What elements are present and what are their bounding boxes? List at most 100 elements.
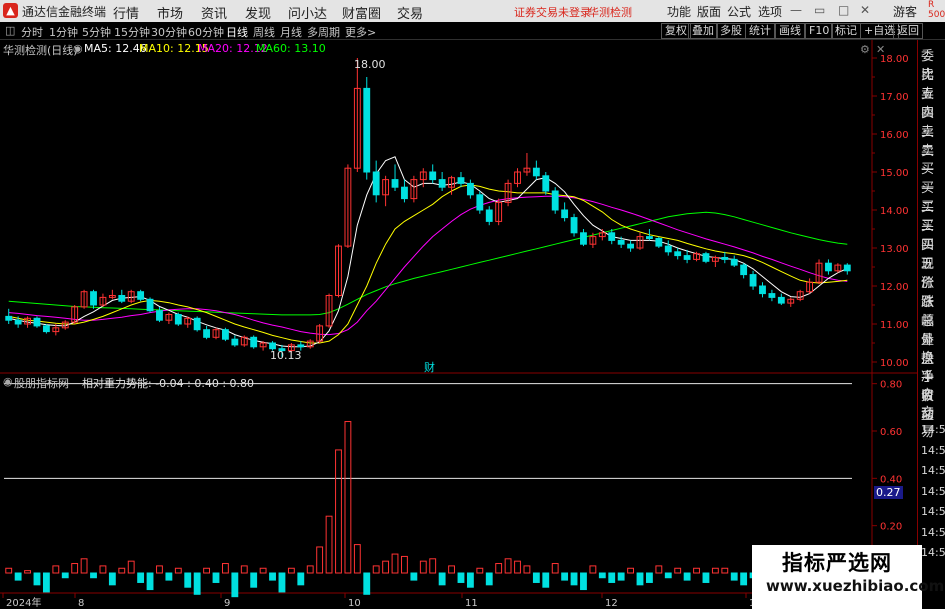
indicator-bars — [5, 421, 851, 598]
indicator-current-value: 0.27 — [874, 486, 903, 499]
adjust-button[interactable]: 复权 — [661, 23, 691, 39]
price-tick-label-5: 15.00 — [880, 168, 909, 179]
ind-bar-35 — [335, 449, 342, 574]
ind-bar-78 — [740, 572, 748, 586]
ind-bar-67 — [636, 572, 644, 586]
ind-bar-31 — [297, 572, 305, 586]
indicator-axis: 0.20 0.40 0.60 0.80 — [4, 380, 902, 533]
menu-function[interactable]: 功能 — [667, 3, 691, 20]
tab-multi-period[interactable]: 多周期 — [307, 24, 340, 40]
menu-layout[interactable]: 版面 — [697, 3, 721, 20]
ind-bar-74 — [702, 572, 710, 583]
tab-1min[interactable]: 1分钟 — [49, 24, 78, 40]
candle-body-81 — [768, 293, 776, 298]
ind-bar-43 — [410, 572, 418, 581]
statistics-button[interactable]: 统计 — [745, 23, 775, 39]
candle-body-74 — [702, 253, 710, 262]
chart-settings-icon[interactable]: ⚙ — [860, 43, 870, 56]
menu-options[interactable]: 选项 — [758, 3, 782, 20]
menu-discover[interactable]: 发现 — [245, 3, 271, 22]
date-axis: 2024年891011121 — [2, 593, 755, 609]
guest-user[interactable]: 游客 — [893, 3, 917, 20]
back-button[interactable]: 返回 — [893, 23, 923, 39]
chart-close-icon[interactable]: ✕ — [876, 43, 885, 56]
price-tick-label-6: 16.00 — [880, 130, 909, 141]
ind-bar-39 — [372, 565, 380, 574]
tab-daily[interactable]: 日线 — [226, 24, 248, 40]
stock-name-notice: 华测检测 — [588, 6, 632, 19]
tab-60min[interactable]: 60分钟 — [188, 24, 224, 40]
tab-monthly[interactable]: 月线 — [280, 24, 302, 40]
tab-intraday[interactable]: 分时 — [21, 24, 43, 40]
ind-bar-55 — [523, 565, 531, 574]
candle-body-71 — [674, 251, 682, 257]
ind-bar-56 — [532, 572, 540, 583]
tab-5min[interactable]: 5分钟 — [82, 24, 111, 40]
menu-quotes[interactable]: 行情 — [113, 3, 139, 22]
ind-bar-50 — [476, 567, 484, 574]
app-logo-icon: ▲ — [3, 3, 18, 18]
watermark-url: www.xuezhibiao.com — [766, 577, 945, 595]
candle-body-9 — [90, 291, 97, 306]
candle-body-3 — [33, 317, 41, 327]
r-badge[interactable]: R 500 — [928, 0, 945, 20]
f10-button[interactable]: F10 — [805, 23, 834, 39]
finance-marker[interactable]: 财 — [424, 359, 435, 375]
tick-time-2: 14:56 — [921, 464, 945, 477]
menu-wealth-circle[interactable]: 财富圈 — [342, 3, 381, 22]
indicator-name: 股朋指标网 — [14, 377, 69, 390]
candle-body-70 — [664, 245, 672, 253]
ind-bar-10 — [99, 565, 107, 574]
ind-bar-8 — [80, 558, 88, 574]
toolbar-grip-icon: ◫ — [5, 24, 16, 37]
ind-bar-28 — [269, 572, 276, 581]
tab-more[interactable]: 更多> — [345, 24, 376, 40]
ind-bar-40 — [382, 560, 390, 574]
overlay-button[interactable]: 叠加 — [688, 23, 718, 39]
ind-bar-49 — [466, 572, 474, 588]
candle-body-31 — [297, 344, 305, 348]
restore-icon[interactable]: ▭ — [814, 3, 825, 17]
menu-formula[interactable]: 公式 — [727, 3, 751, 20]
maximize-icon[interactable]: □ — [838, 3, 849, 17]
indicator-settings-icon[interactable]: ◉ — [3, 375, 13, 388]
ind-bar-14 — [137, 572, 145, 583]
tab-15min[interactable]: 15分钟 — [114, 24, 150, 40]
low-price-annotation: 10.13 — [270, 349, 302, 362]
draw-line-button[interactable]: 画线 — [775, 23, 805, 39]
close-icon[interactable]: ✕ — [860, 3, 870, 17]
menu-market[interactable]: 市场 — [157, 3, 183, 22]
ind-tick-label-2: 0.60 — [880, 427, 902, 438]
candle-body-45 — [429, 171, 437, 181]
price-tick-label-7: 17.00 — [880, 92, 909, 103]
ind-bar-68 — [646, 572, 653, 583]
tab-30min[interactable]: 30分钟 — [151, 24, 187, 40]
menu-trade[interactable]: 交易 — [397, 3, 423, 22]
tick-time-4: 14:56 — [921, 505, 945, 518]
trade-login-notice[interactable]: 证券交易未登录 — [514, 4, 591, 20]
menu-news[interactable]: 资讯 — [201, 3, 227, 22]
multi-stock-button[interactable]: 多股 — [716, 23, 746, 39]
ind-bar-46 — [438, 572, 446, 586]
tick-time-5: 14:56 — [921, 525, 945, 539]
ind-bar-76 — [721, 567, 729, 574]
kline-chart[interactable]: 10.00 11.00 12.00 13.00 14.00 15.00 16.00 17.00… — [0, 40, 917, 609]
candle-body-18 — [174, 314, 182, 325]
ind-bar-18 — [174, 567, 182, 574]
ind-bar-52 — [495, 563, 503, 574]
ind-bar-44 — [419, 560, 427, 574]
date-tick-label-2: 9 — [224, 598, 230, 609]
ind-bar-73 — [693, 567, 700, 574]
tick-time-1: 14:56 — [921, 443, 945, 457]
tab-weekly[interactable]: 周线 — [253, 24, 275, 40]
candle-body-72 — [683, 255, 691, 260]
ind-bar-15 — [146, 572, 154, 591]
period-toolbar: ◫ 分时 1分钟 5分钟 15分钟 30分钟 60分钟 日线 周线 月线 多周期… — [0, 22, 945, 40]
mark-button[interactable]: 标记 — [831, 23, 861, 39]
candle-body-28 — [269, 342, 276, 350]
candle-body-68 — [646, 236, 653, 240]
legend-settings-icon[interactable]: ◉ — [73, 42, 83, 55]
ind-bar-66 — [627, 567, 634, 574]
minimize-icon[interactable]: — — [790, 3, 802, 17]
menu-ask[interactable]: 问小达 — [288, 3, 327, 22]
